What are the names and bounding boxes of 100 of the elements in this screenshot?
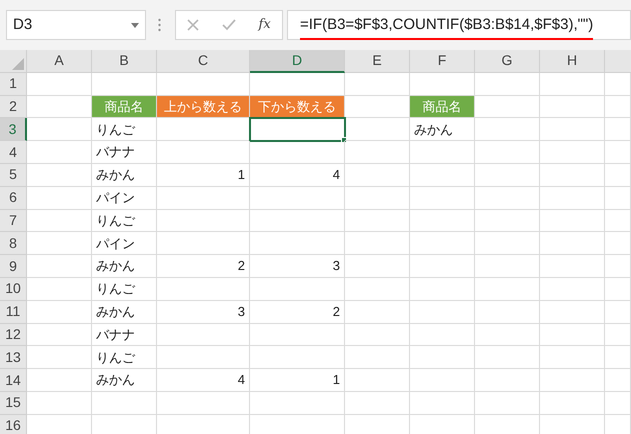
column-header[interactable]: D (250, 50, 345, 73)
table-cell (540, 324, 605, 346)
table-cell (540, 255, 605, 278)
row-header[interactable]: 2 (0, 96, 27, 118)
row-header[interactable]: 15 (0, 392, 27, 415)
table-cell (475, 300, 540, 324)
row-header[interactable]: 1 (0, 72, 27, 96)
table-cell (605, 278, 631, 301)
table-cell (605, 210, 631, 232)
table-cell (540, 278, 605, 301)
table-cell: 2 (250, 300, 345, 324)
table-cell (410, 369, 475, 392)
column-header[interactable]: B (92, 50, 157, 73)
table-cell (475, 392, 540, 415)
table-cell: りんご (92, 118, 157, 142)
table-cell (345, 186, 410, 210)
table-cell: 3 (250, 255, 345, 278)
table-cell (27, 300, 92, 324)
table-cell (540, 118, 605, 142)
row-header[interactable]: 13 (0, 346, 27, 370)
table-cell: みかん (92, 300, 157, 324)
column-header[interactable]: C (157, 50, 250, 73)
row-header[interactable]: 9 (0, 255, 27, 278)
table-cell (475, 346, 540, 370)
table-cell: みかん (92, 255, 157, 278)
table-cell (345, 392, 410, 415)
table-cell (345, 210, 410, 232)
row-header[interactable]: 10 (0, 278, 27, 301)
table-cell (475, 369, 540, 392)
row-header[interactable]: 7 (0, 210, 27, 232)
table-cell (475, 232, 540, 256)
table-cell (475, 255, 540, 278)
table-cell: パイン (92, 232, 157, 256)
table-cell (345, 232, 410, 256)
table-cell (345, 300, 410, 324)
select-all-icon[interactable] (12, 58, 24, 70)
table-cell (27, 278, 92, 301)
table-cell (27, 255, 92, 278)
row-header[interactable]: 8 (0, 232, 27, 256)
table-cell (345, 164, 410, 187)
table-cell (345, 255, 410, 278)
table-cell (540, 96, 605, 118)
table-cell: 3 (157, 300, 250, 324)
column-header[interactable] (605, 50, 631, 73)
table-cell (410, 324, 475, 346)
table-cell (475, 186, 540, 210)
column-header[interactable]: E (345, 50, 410, 73)
row-header[interactable]: 3 (0, 118, 27, 142)
column-header[interactable]: G (475, 50, 540, 73)
column-header[interactable]: A (27, 50, 92, 73)
drag-handle-icon[interactable] (158, 18, 161, 32)
table-cell (605, 164, 631, 187)
table-cell (410, 210, 475, 232)
table-cell (27, 164, 92, 187)
table-cell (605, 118, 631, 142)
table-cell (92, 392, 157, 415)
cell-reference: D3 (13, 14, 32, 35)
row-header[interactable]: 4 (0, 141, 27, 164)
table-cell (540, 346, 605, 370)
insert-function-button[interactable]: fx (258, 15, 271, 35)
table-cell (27, 118, 92, 142)
table-cell (605, 186, 631, 210)
table-cell: みかん (92, 164, 157, 187)
table-cell (345, 118, 410, 142)
table-cell (540, 72, 605, 96)
cancel-icon[interactable] (187, 19, 200, 31)
row-header[interactable]: 12 (0, 324, 27, 346)
selected-cell[interactable] (250, 118, 345, 142)
table-cell: 2 (157, 255, 250, 278)
table-cell (475, 96, 540, 118)
table-cell: みかん (410, 118, 475, 142)
row-header[interactable]: 6 (0, 186, 27, 210)
row-header[interactable]: 16 (0, 414, 27, 434)
table-cell (475, 164, 540, 187)
table-cell (605, 392, 631, 415)
table-cell (410, 346, 475, 370)
check-icon[interactable] (222, 19, 236, 31)
row-header[interactable]: 11 (0, 300, 27, 324)
table-cell (540, 164, 605, 187)
table-cell (345, 346, 410, 370)
column-header[interactable]: H (540, 50, 605, 73)
table-cell (540, 369, 605, 392)
name-box[interactable]: D3 (6, 10, 146, 40)
table-cell (475, 324, 540, 346)
table-cell (540, 300, 605, 324)
formula-field[interactable]: =IF(B3=$F$3,COUNTIF($B3:B$14,$F$3),"") (287, 10, 631, 40)
table-cell (410, 300, 475, 324)
table-cell: パイン (92, 186, 157, 210)
row-header[interactable]: 5 (0, 164, 27, 187)
table-cell (605, 96, 631, 118)
table-cell: 1 (250, 369, 345, 392)
table-cell (605, 232, 631, 256)
table-cell: バナナ (92, 141, 157, 164)
table-cell (345, 72, 410, 96)
table-cell (410, 255, 475, 278)
column-header[interactable]: F (410, 50, 475, 73)
table-cell (27, 141, 92, 164)
row-header[interactable]: 14 (0, 369, 27, 392)
table-cell (410, 232, 475, 256)
table-cell: 4 (250, 164, 345, 187)
